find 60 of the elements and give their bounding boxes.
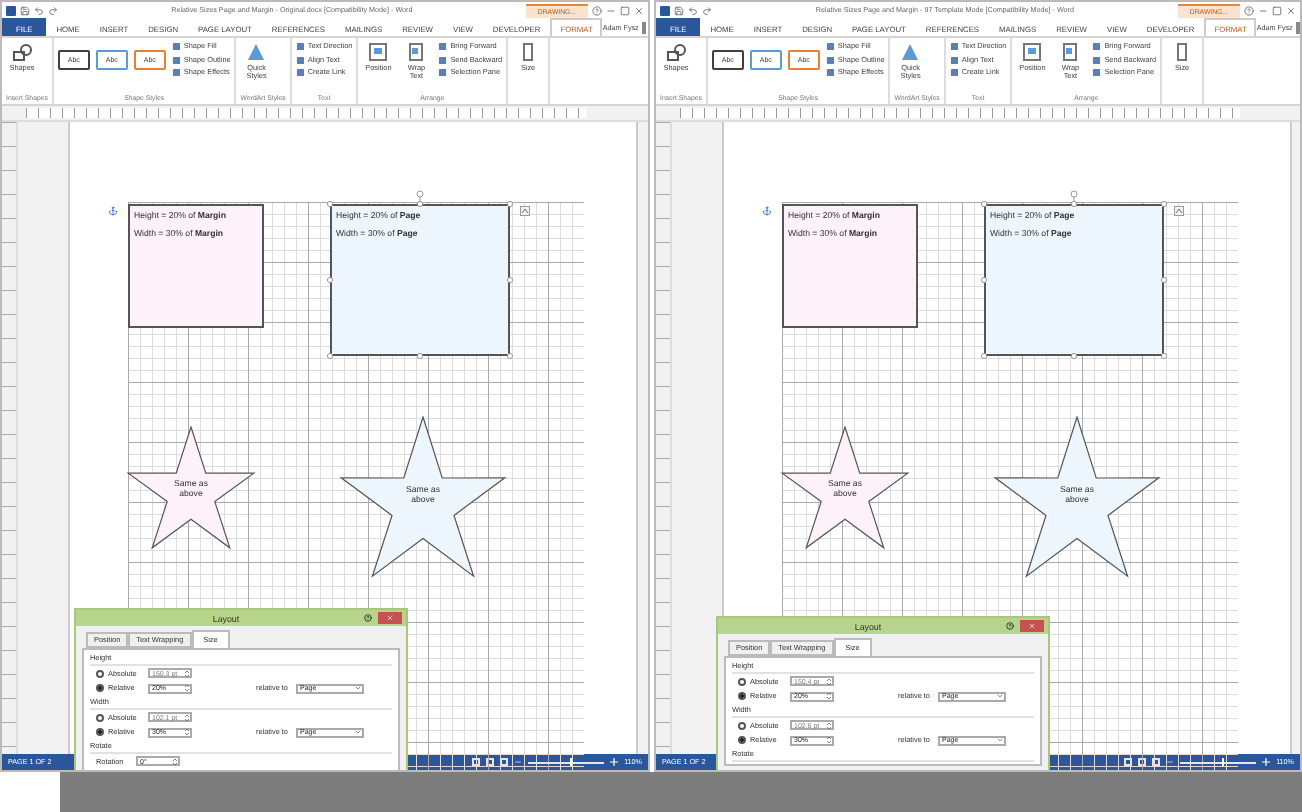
maximize-icon[interactable]	[1272, 5, 1282, 15]
radio-button[interactable]	[96, 713, 104, 722]
radio-button[interactable]	[96, 684, 104, 693]
star-shape[interactable]	[339, 416, 507, 578]
help-icon[interactable]	[1006, 622, 1014, 630]
position-icon	[1022, 42, 1043, 62]
read-mode-icon[interactable]	[472, 758, 481, 766]
redo-icon[interactable]	[702, 5, 712, 15]
spinner-arrows-icon[interactable]	[826, 736, 832, 745]
spinner-arrows-icon[interactable]	[184, 713, 190, 722]
spinner-arrows-icon[interactable]	[184, 728, 190, 737]
spinner-arrows-icon[interactable]	[184, 684, 190, 693]
spinner-arrows-icon[interactable]	[826, 692, 832, 701]
shapes-icon	[666, 42, 686, 62]
star-shape[interactable]	[780, 426, 910, 550]
text-style-icon	[900, 42, 921, 62]
undo-icon[interactable]	[34, 5, 44, 15]
star-shape[interactable]	[993, 416, 1161, 578]
layout-options-icon[interactable]	[520, 206, 530, 216]
wrap-text-icon	[1060, 42, 1081, 62]
web-layout-icon[interactable]	[500, 758, 509, 766]
shapes-icon	[12, 42, 32, 62]
anchor-icon	[762, 206, 772, 216]
web-layout-icon[interactable]	[1152, 758, 1161, 766]
help-icon[interactable]	[364, 614, 372, 622]
zoom-in-icon[interactable]	[1262, 758, 1271, 766]
text-style-icon	[246, 42, 267, 62]
radio-button[interactable]	[738, 736, 746, 745]
help-icon[interactable]	[1244, 5, 1254, 15]
read-mode-icon[interactable]	[1124, 758, 1133, 766]
position-icon	[368, 42, 389, 62]
zoom-out-icon[interactable]	[1166, 758, 1175, 766]
app-icon	[660, 5, 670, 15]
spinner-arrows-icon[interactable]	[826, 677, 832, 686]
undo-icon[interactable]	[688, 5, 698, 15]
layout-options-icon[interactable]	[1174, 206, 1184, 216]
save-icon[interactable]	[20, 5, 30, 15]
size-icon	[518, 42, 539, 62]
zoom-in-icon[interactable]	[610, 758, 619, 766]
wrap-text-icon	[406, 42, 427, 62]
size-icon	[1172, 42, 1193, 62]
close-button[interactable]	[1020, 620, 1044, 632]
star-shape[interactable]	[126, 426, 256, 550]
radio-button[interactable]	[738, 692, 746, 701]
redo-icon[interactable]	[48, 5, 58, 15]
save-icon[interactable]	[674, 5, 684, 15]
radio-button[interactable]	[96, 669, 104, 678]
anchor-icon	[108, 206, 118, 216]
print-layout-icon[interactable]	[486, 758, 495, 766]
app-icon	[6, 5, 16, 15]
radio-button[interactable]	[738, 721, 746, 730]
radio-button[interactable]	[96, 728, 104, 737]
spinner-arrows-icon[interactable]	[172, 757, 178, 766]
spinner-arrows-icon[interactable]	[826, 721, 832, 730]
radio-button[interactable]	[738, 677, 746, 686]
maximize-icon[interactable]	[620, 5, 630, 15]
help-icon[interactable]	[592, 5, 602, 15]
spinner-arrows-icon[interactable]	[184, 669, 190, 678]
print-layout-icon[interactable]	[1138, 758, 1147, 766]
close-button[interactable]	[378, 612, 402, 624]
